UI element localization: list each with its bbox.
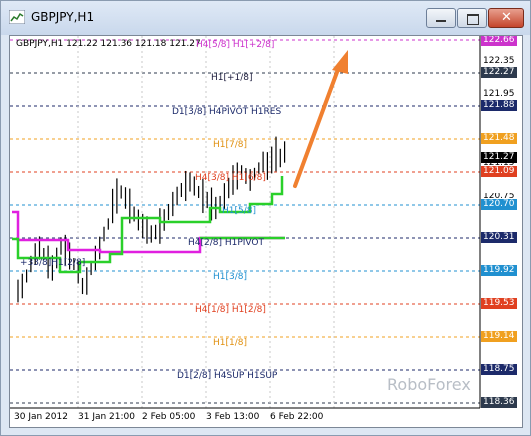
- level-label: H1[+1/8]: [211, 73, 253, 83]
- chart-icon: [9, 10, 25, 24]
- price-chart[interactable]: GBPJPY,H1 121.22 121.36 121.18 121.27 H4…: [9, 35, 523, 428]
- title-bar[interactable]: GBPJPY,H1 ✕: [1, 1, 530, 35]
- price-tag: 120.70: [481, 199, 517, 210]
- level-label: H4[2/8] H1PIVOT: [188, 238, 265, 248]
- price-tag: 118.36: [481, 397, 517, 408]
- price-tag: 121.48: [481, 133, 517, 144]
- watermark: RoboForex: [387, 375, 471, 394]
- chart-canvas: [10, 36, 481, 409]
- level-label: H1[7/8]: [213, 140, 248, 150]
- x-axis-label: 3 Feb 13:00: [206, 412, 260, 422]
- level-label: H4[1/8] H1[2/8]: [195, 305, 266, 315]
- price-line-label: +33/8]H1[2/8]: [20, 258, 86, 268]
- price-tag: 119.53: [481, 298, 517, 309]
- chart-window: GBPJPY,H1 ✕ GBPJPY,H1 121.22 121.36 121.…: [0, 0, 531, 436]
- price-tag: 121.88: [481, 100, 517, 111]
- x-axis-label: 30 Jan 2012: [14, 412, 68, 422]
- price-tag: 122.66: [481, 36, 517, 46]
- trend-arrow: [293, 62, 342, 188]
- price-tag: 118.75: [481, 364, 517, 375]
- level-label: H4[3/8] H1[6/8]: [195, 173, 266, 183]
- level-label: D1[3/8] H4PIVOT H1RES: [172, 107, 282, 117]
- x-axis-label: 31 Jan 21:00: [78, 412, 135, 422]
- level-label: H4[5/8] H1[+2/8]: [196, 40, 275, 50]
- minimize-button[interactable]: [426, 8, 456, 28]
- chart-header: GBPJPY,H1 121.22 121.36 121.18 121.27: [16, 39, 201, 49]
- close-icon: ✕: [501, 10, 512, 25]
- price-tag: 122.27: [481, 67, 517, 78]
- price-tag: 120.31: [481, 232, 517, 243]
- price-tag: 119.92: [481, 265, 517, 276]
- level-label: H1[5/8]: [222, 206, 257, 216]
- price-tag: 121.09: [481, 166, 517, 177]
- minimize-icon: [436, 20, 446, 22]
- price-tag: 121.95: [483, 89, 515, 99]
- level-label: H1[3/8]: [213, 272, 248, 282]
- price-tag: 122.35: [483, 56, 515, 66]
- maximize-icon: [467, 14, 479, 25]
- x-axis-label: 2 Feb 05:00: [142, 412, 196, 422]
- price-tag: 119.14: [481, 331, 517, 342]
- window-title: GBPJPY,H1: [31, 10, 95, 24]
- x-axis-label: 6 Feb 22:00: [270, 412, 324, 422]
- level-label: H1[1/8]: [213, 338, 248, 348]
- close-button[interactable]: ✕: [488, 8, 524, 28]
- level-label: D1[2/8] H4SUP H1SUP: [177, 371, 278, 381]
- maximize-button[interactable]: [457, 8, 487, 28]
